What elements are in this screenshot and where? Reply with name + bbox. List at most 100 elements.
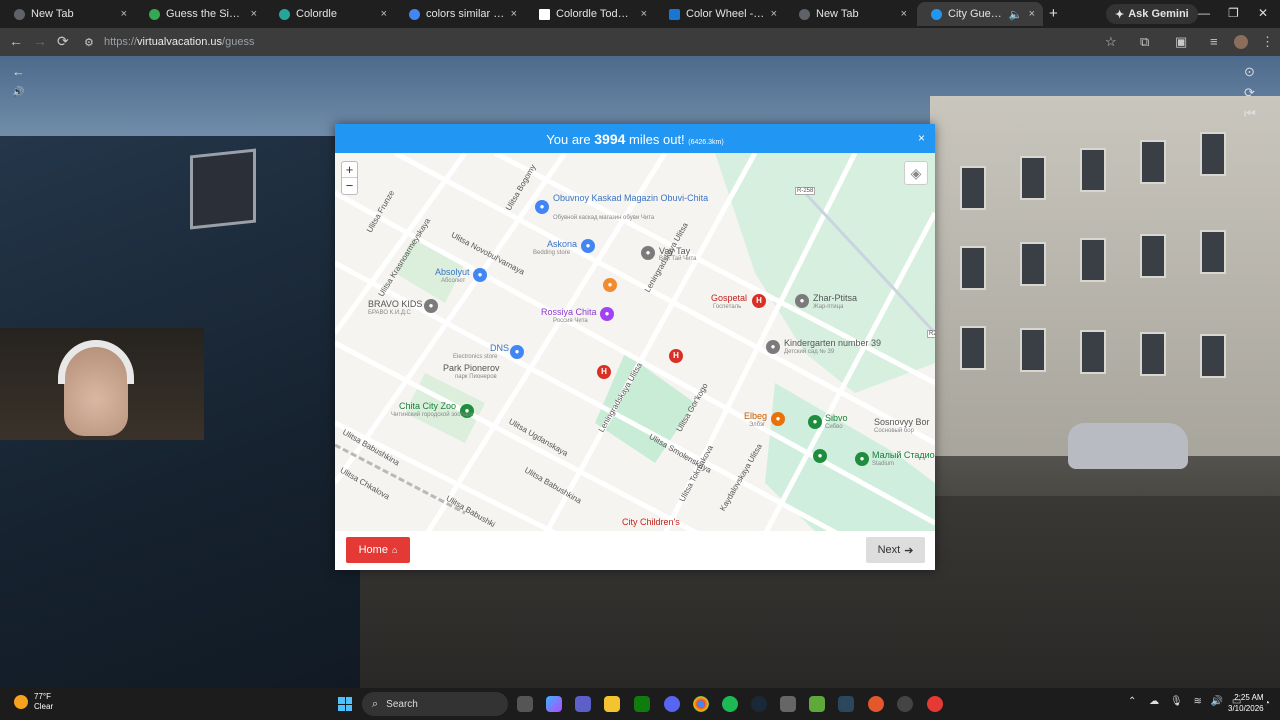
steam-alt-icon[interactable] bbox=[838, 696, 854, 712]
hospital-pin-icon[interactable]: H bbox=[752, 294, 766, 308]
app-icon[interactable] bbox=[897, 696, 913, 712]
chrome-icon[interactable] bbox=[693, 696, 709, 712]
weather-widget[interactable]: 77°F Clear bbox=[14, 692, 53, 712]
next-label: Next bbox=[877, 544, 901, 556]
tab-close-icon[interactable]: × bbox=[901, 8, 907, 20]
network-icon[interactable]: ☁ bbox=[1149, 696, 1159, 707]
tab-colordle-answer[interactable]: Colordle Today Answer × bbox=[525, 2, 655, 26]
url-scheme: https:// bbox=[104, 36, 138, 48]
copilot-icon[interactable] bbox=[546, 696, 562, 712]
volume-icon[interactable]: 🔊 bbox=[1211, 696, 1223, 707]
place-pin-icon[interactable]: ● bbox=[424, 299, 438, 313]
park-pin-icon[interactable]: ● bbox=[813, 449, 827, 463]
hospital-pin-icon[interactable]: H bbox=[597, 365, 611, 379]
hospital-pin-icon[interactable]: H bbox=[669, 349, 683, 363]
close-icon[interactable]: × bbox=[918, 132, 925, 144]
hotel-pin-icon[interactable]: ● bbox=[600, 307, 614, 321]
task-view-icon[interactable] bbox=[517, 696, 533, 712]
tab-new-tab-1[interactable]: New Tab × bbox=[0, 2, 135, 26]
shop-pin-icon[interactable]: ● bbox=[581, 239, 595, 253]
sidebar-icon[interactable]: ▣ bbox=[1175, 35, 1187, 48]
clock[interactable]: 2:25 AM 3/10/2026 bbox=[1228, 692, 1264, 714]
webcam-overlay bbox=[0, 328, 204, 440]
home-button[interactable]: Home ⌂ bbox=[346, 537, 410, 563]
tab-close-icon[interactable]: × bbox=[381, 8, 387, 20]
sound-icon[interactable]: 🔊 bbox=[12, 86, 24, 99]
next-button[interactable]: Next ➔ bbox=[866, 537, 925, 563]
url-path: /guess bbox=[222, 36, 255, 48]
app-icon[interactable] bbox=[927, 696, 943, 712]
extensions-icon[interactable]: ⧉ bbox=[1140, 35, 1149, 48]
tab-close-icon[interactable]: × bbox=[511, 8, 517, 20]
tab-close-icon[interactable]: × bbox=[641, 8, 647, 20]
food-pin-icon[interactable]: ● bbox=[771, 412, 785, 426]
tab-label: Guess the Size - Worldle bbox=[166, 8, 245, 20]
site-info-icon[interactable]: ⚙ bbox=[84, 36, 94, 50]
result-suffix: miles out! bbox=[629, 132, 685, 147]
park-pin-icon[interactable]: ● bbox=[808, 415, 822, 429]
electronics-pin-icon[interactable]: ● bbox=[510, 345, 524, 359]
taskbar-search[interactable]: ⌕ Search bbox=[362, 692, 508, 716]
tab-colors-similar[interactable]: colors similar to ebony × bbox=[395, 2, 525, 26]
ask-gemini-button[interactable]: ✦ Ask Gemini bbox=[1106, 4, 1198, 24]
shop-pin-icon[interactable]: ● bbox=[535, 200, 549, 214]
tab-label: New Tab bbox=[31, 8, 74, 20]
store-icon[interactable] bbox=[780, 696, 796, 712]
streetview-panorama[interactable]: ← 🔊 ⊙ ⟳ ⏮ You are 3994 miles out! (6426.… bbox=[0, 56, 1280, 688]
tab-new-tab-2[interactable]: New Tab × bbox=[785, 2, 915, 26]
tray-chevron-icon[interactable]: ⌃ bbox=[1128, 696, 1136, 707]
tab-close-icon[interactable]: × bbox=[771, 8, 777, 20]
notification-icon[interactable]: ◔ bbox=[1264, 698, 1270, 709]
teams-icon[interactable] bbox=[575, 696, 591, 712]
maximize-button[interactable]: ❐ bbox=[1228, 6, 1239, 20]
tab-city-guesser[interactable]: City Guesser - Can 🔈 × bbox=[917, 2, 1043, 26]
close-window-button[interactable]: ✕ bbox=[1258, 6, 1268, 20]
food-pin-icon[interactable]: ● bbox=[603, 278, 617, 292]
app-icon[interactable] bbox=[868, 696, 884, 712]
place-pin-icon[interactable]: ● bbox=[795, 294, 809, 308]
tab-close-icon[interactable]: × bbox=[1029, 8, 1035, 20]
url-field[interactable]: https://virtualvacation.us/guess bbox=[104, 36, 254, 48]
layers-icon[interactable]: ◈ bbox=[904, 161, 928, 185]
reload-icon[interactable]: ⟳ bbox=[57, 34, 69, 48]
result-map[interactable]: Ulitsa Bogomy Ulitsa Novobul'varnaya Uli… bbox=[335, 153, 935, 531]
forward-arrow-icon[interactable]: → bbox=[33, 34, 47, 48]
restart-icon[interactable]: ⏮ bbox=[1244, 107, 1256, 120]
xbox-icon[interactable] bbox=[634, 696, 650, 712]
mic-icon[interactable]: 🎙 bbox=[1170, 696, 1183, 707]
sparkle-icon: ✦ bbox=[1115, 8, 1125, 21]
bookmark-star-icon[interactable]: ☆ bbox=[1105, 35, 1117, 48]
tab-colordle[interactable]: Colordle × bbox=[265, 2, 395, 26]
zoom-in-button[interactable]: + bbox=[342, 162, 357, 178]
profile-avatar[interactable] bbox=[1234, 35, 1248, 49]
minimize-button[interactable]: — bbox=[1198, 6, 1210, 20]
arrow-right-icon: ➔ bbox=[904, 544, 914, 557]
steam-icon[interactable] bbox=[751, 696, 767, 712]
menu-kebab-icon[interactable]: ⋮ bbox=[1261, 35, 1274, 48]
minecraft-icon[interactable] bbox=[809, 696, 825, 712]
reading-list-icon[interactable]: ≡ bbox=[1210, 35, 1218, 48]
timer-icon[interactable]: ⊙ bbox=[1244, 65, 1255, 78]
wifi-icon[interactable]: ≋ bbox=[1193, 696, 1201, 707]
file-explorer-icon[interactable] bbox=[604, 696, 620, 712]
shop-pin-icon[interactable]: ● bbox=[473, 268, 487, 282]
clock-time: 2:25 AM bbox=[1234, 693, 1264, 702]
poi-sublabel: Россия Чита bbox=[553, 318, 588, 324]
discord-icon[interactable] bbox=[664, 696, 680, 712]
back-arrow-icon[interactable]: ← bbox=[9, 34, 23, 48]
refresh-icon[interactable]: ⟳ bbox=[1244, 86, 1255, 99]
spotify-icon[interactable] bbox=[722, 696, 738, 712]
result-prefix: You are bbox=[546, 132, 591, 147]
tab-worldle[interactable]: Guess the Size - Worldle × bbox=[135, 2, 265, 26]
tab-close-icon[interactable]: × bbox=[251, 8, 257, 20]
stadium-pin-icon[interactable]: ● bbox=[855, 452, 869, 466]
windows-start-icon[interactable] bbox=[338, 697, 352, 711]
new-tab-button[interactable]: + bbox=[1049, 6, 1058, 21]
tab-close-icon[interactable]: × bbox=[121, 8, 127, 20]
speaker-icon[interactable]: 🔈 bbox=[1009, 8, 1023, 21]
place-pin-icon[interactable]: ● bbox=[641, 246, 655, 260]
zoom-out-button[interactable]: − bbox=[342, 178, 357, 194]
back-arrow-icon[interactable]: ← bbox=[12, 65, 25, 78]
tab-color-wheel[interactable]: Color Wheel - Color Calc × bbox=[655, 2, 785, 26]
place-pin-icon[interactable]: ● bbox=[766, 340, 780, 354]
